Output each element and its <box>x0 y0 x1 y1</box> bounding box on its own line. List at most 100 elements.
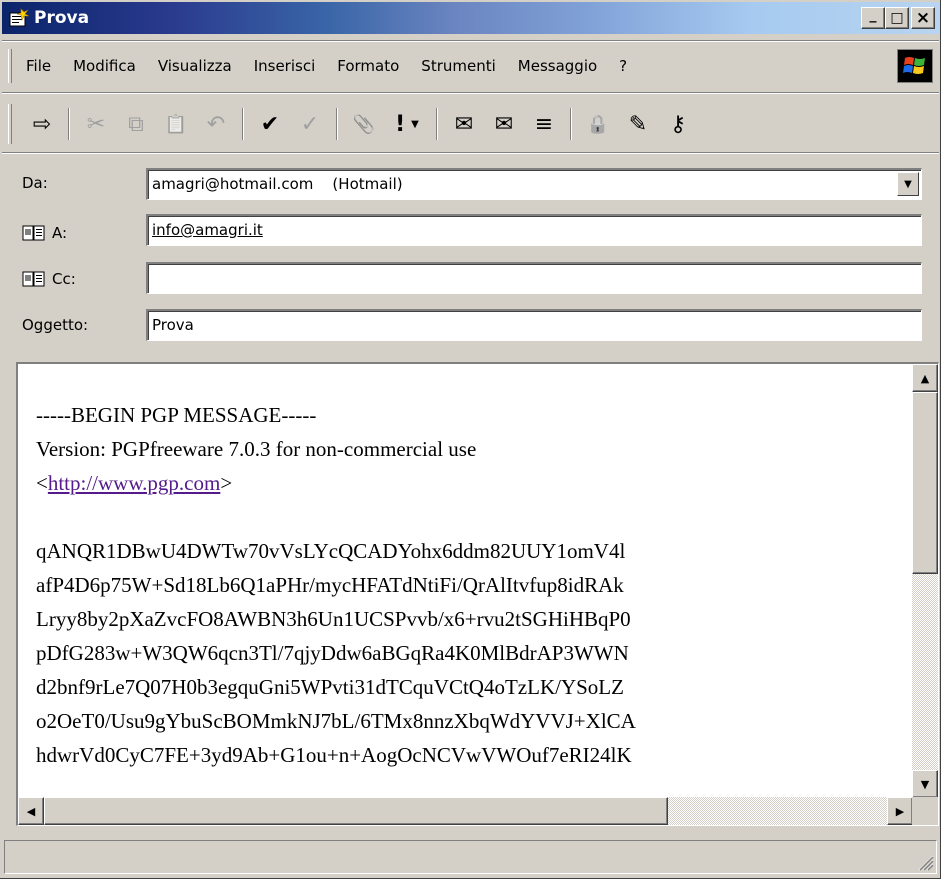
pgp-version-line: Version: PGPfreeware 7.0.3 for non-comme… <box>36 437 477 461</box>
scrollbar-corner <box>912 797 938 825</box>
from-label: Da: <box>22 174 48 192</box>
toolbar-separator <box>242 108 244 140</box>
menu-modifica[interactable]: Modifica <box>73 57 136 75</box>
message-text[interactable]: -----BEGIN PGP MESSAGE----- Version: PGP… <box>36 398 916 772</box>
arrow-left-icon: ◀ <box>26 804 36 818</box>
address-book-icon <box>22 270 46 288</box>
to-field-label[interactable]: A: <box>22 224 67 242</box>
divider <box>2 40 939 42</box>
divider <box>2 92 939 94</box>
menu-bar: File Modifica Visualizza Inserisci Forma… <box>2 46 939 86</box>
copy-icon: ⧉ <box>128 111 144 137</box>
menu-help[interactable]: ? <box>619 57 627 75</box>
send-button[interactable]: ⇨ <box>22 104 62 144</box>
encrypt-button[interactable]: ✉ <box>484 104 524 144</box>
menu-inserisci[interactable]: Inserisci <box>254 57 316 75</box>
offline-button[interactable]: ≡ <box>524 104 564 144</box>
cipher-line: qANQR1DBwU4DWTw70vVsLYcQCADYohx6ddm82UUY… <box>36 539 626 563</box>
arrow-up-icon: ▲ <box>920 371 930 385</box>
encrypt-icon: ✉ <box>494 111 514 137</box>
close-button[interactable]: × <box>911 7 935 29</box>
vertical-scrollbar[interactable]: ▲ ▼ <box>912 364 938 798</box>
undo-button[interactable]: ↶ <box>196 104 236 144</box>
vertical-scroll-thumb[interactable] <box>912 392 938 574</box>
address-book-icon <box>22 224 46 242</box>
to-label: A: <box>52 224 68 242</box>
menu-formato[interactable]: Formato <box>337 57 399 75</box>
toolbar: ⇨ ✂ ⧉ 📋 ↶ ✔ ✓ 📎 ! ▼ ✉ ✉ ≡ 🔒 ✎ ⚷ <box>2 100 939 148</box>
pgp-keys-button[interactable]: ⚷ <box>658 104 698 144</box>
minimize-icon: _ <box>869 7 877 23</box>
toolbar-separator <box>570 108 572 140</box>
cut-icon: ✂ <box>86 111 106 137</box>
cc-field[interactable] <box>146 262 922 294</box>
divider <box>2 152 939 154</box>
subject-field[interactable]: Prova <box>146 309 922 341</box>
spelling-button[interactable]: ✓ <box>290 104 330 144</box>
menubar-grip[interactable] <box>8 49 12 83</box>
resize-grip-icon[interactable] <box>916 853 934 871</box>
toolbar-separator <box>68 108 70 140</box>
toolbar-grip[interactable] <box>8 104 12 144</box>
maximize-icon: □ <box>890 10 904 26</box>
status-bar <box>4 840 937 874</box>
cipher-line: o2OeT0/Usu9gYbuScBOMmkNJ7bL/6TMx8nnzXbqW… <box>36 709 636 733</box>
from-select[interactable]: amagri@hotmail.com (Hotmail) ▼ <box>146 168 922 200</box>
from-dropdown-button[interactable]: ▼ <box>897 172 919 196</box>
horizontal-scrollbar[interactable]: ◀ ▶ <box>18 797 913 825</box>
cipher-line: Lryy8by2pXaZvcFO8AWBN3h6Un1UCSPvvb/x6+rv… <box>36 607 631 631</box>
cipher-line: hdwrVd0CyC7FE+3yd9Ab+G1ou+n+AogOcNCVwVWO… <box>36 743 632 767</box>
scroll-left-button[interactable]: ◀ <box>18 797 44 825</box>
message-body[interactable]: -----BEGIN PGP MESSAGE----- Version: PGP… <box>16 362 939 826</box>
pgp-header-line: -----BEGIN PGP MESSAGE----- <box>36 403 317 427</box>
cipher-line: pDfG283w+W3QW6qcn3Tl/7qjyDdw6aBGqRa4K0Ml… <box>36 641 629 665</box>
sign-icon: ✉ <box>454 111 474 137</box>
pgp-link[interactable]: http://www.pgp.com <box>48 471 220 495</box>
cc-field-label[interactable]: Cc: <box>22 270 76 288</box>
copy-button[interactable]: ⧉ <box>116 104 156 144</box>
scroll-up-button[interactable]: ▲ <box>912 364 938 392</box>
window-title: Prova <box>34 8 90 28</box>
pgp-sign-button[interactable]: ✎ <box>618 104 658 144</box>
menu-visualizza[interactable]: Visualizza <box>158 57 232 75</box>
check-names-icon: ✔ <box>260 111 280 137</box>
pgp-link-line: <http://www.pgp.com> <box>36 466 916 500</box>
spelling-icon: ✓ <box>300 111 320 137</box>
attach-icon: 📎 <box>352 113 376 135</box>
priority-button[interactable]: ! ▼ <box>384 104 430 144</box>
close-icon: × <box>915 7 931 28</box>
to-value: info@amagri.it <box>152 221 263 239</box>
windows-logo-icon <box>897 49 933 83</box>
horizontal-scroll-thumb[interactable] <box>44 797 668 825</box>
toolbar-separator <box>436 108 438 140</box>
paste-button[interactable]: 📋 <box>156 104 196 144</box>
menu-strumenti[interactable]: Strumenti <box>421 57 495 75</box>
pgp-sign-icon: ✎ <box>628 111 648 137</box>
send-icon: ⇨ <box>32 111 52 137</box>
link-bracket: > <box>220 471 233 495</box>
chevron-down-icon: ▼ <box>904 178 912 190</box>
scroll-right-button[interactable]: ▶ <box>887 797 913 825</box>
paste-icon: 📋 <box>164 113 188 135</box>
minimize-button[interactable]: _ <box>861 7 885 29</box>
scroll-down-button[interactable]: ▼ <box>912 770 938 798</box>
check-names-button[interactable]: ✔ <box>250 104 290 144</box>
cc-label: Cc: <box>52 270 76 288</box>
subject-label: Oggetto: <box>22 316 89 334</box>
to-field[interactable]: info@amagri.it <box>146 214 922 246</box>
offline-icon: ≡ <box>534 111 554 137</box>
title-bar[interactable]: Prova _ □ × <box>2 2 939 34</box>
from-value: amagri@hotmail.com (Hotmail) <box>152 175 403 193</box>
link-bracket: < <box>36 471 48 495</box>
subject-value: Prova <box>152 316 194 334</box>
attach-button[interactable]: 📎 <box>344 104 384 144</box>
menu-messaggio[interactable]: Messaggio <box>518 57 597 75</box>
menu-file[interactable]: File <box>26 57 51 75</box>
maximize-button[interactable]: □ <box>885 7 909 29</box>
arrow-down-icon: ▼ <box>920 777 930 791</box>
pgp-encrypt-button[interactable]: 🔒 <box>578 104 618 144</box>
chevron-down-icon: ▼ <box>411 118 419 130</box>
cut-button[interactable]: ✂ <box>76 104 116 144</box>
sign-button[interactable]: ✉ <box>444 104 484 144</box>
